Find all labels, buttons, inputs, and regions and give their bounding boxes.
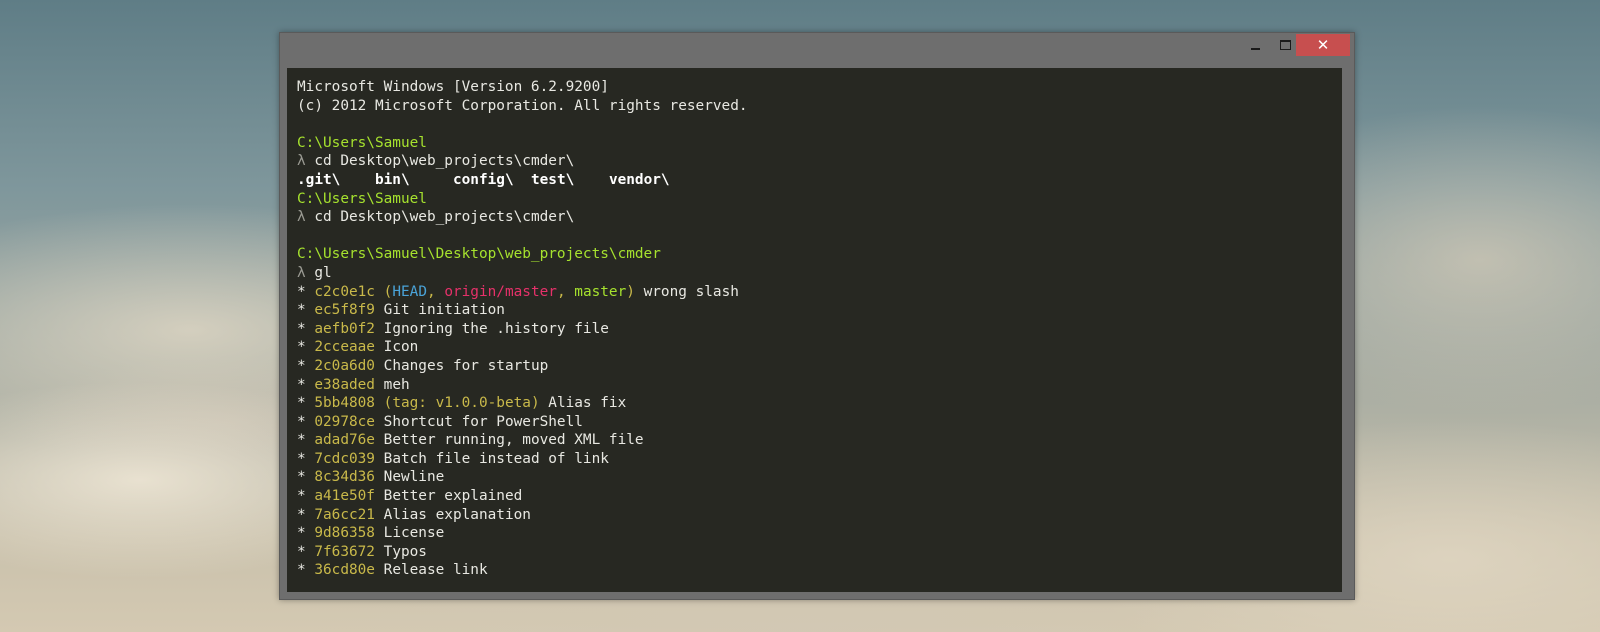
commit-hash: c2c0e1c [314, 283, 375, 300]
commit-message: wrong slash [643, 283, 739, 300]
commit-message: Icon [383, 339, 419, 356]
dir-entry: test\ [530, 171, 575, 188]
ref-origin: origin/master [444, 283, 557, 300]
commit-hash: aefb0f2 [314, 320, 375, 337]
commit-hash: 9d86358 [314, 525, 375, 542]
commit-message: Alias explanation [383, 506, 531, 523]
minimize-icon [1250, 48, 1260, 50]
header-line: Microsoft Windows [Version 6.2.9200] [297, 79, 609, 95]
commit-hash: 2c0a6d0 [314, 357, 375, 374]
commit-message: Better running, moved XML file [383, 432, 644, 449]
commit-hash: e38aded [314, 376, 375, 393]
commit-message: meh [383, 376, 410, 393]
dir-entry: config\ [452, 171, 514, 188]
lambda-prompt: λ [297, 209, 306, 226]
dir-entry: bin\ [374, 171, 410, 188]
dir-entry: .git\ [297, 171, 341, 188]
commit-hash: ec5f8f9 [314, 302, 375, 319]
directory-listing: .git\ bin\ config\ test\ vendor\ [297, 171, 1342, 190]
commit-hash: 2cceaae [314, 339, 375, 356]
commit-message: License [383, 525, 445, 542]
commit-hash: 36cd80e [314, 562, 375, 579]
git-log-line: * e38aded meh [297, 376, 410, 393]
commit-message: Ignoring the .history file [383, 320, 609, 337]
console-window: ✕ Microsoft Windows [Version 6.2.9200] (… [279, 32, 1355, 600]
commit-message: Changes for startup [383, 357, 549, 374]
command-text: gl [314, 264, 332, 281]
ref-paren: ) [626, 283, 635, 300]
git-log-line: * 2c0a6d0 Changes for startup [297, 357, 549, 374]
maximize-button[interactable] [1272, 34, 1298, 56]
commit-message: Git initiation [383, 302, 505, 319]
ref-sep: , [556, 283, 575, 300]
git-log-line: * 7f63672 Typos [297, 543, 427, 560]
git-log-line: * adad76e Better running, moved XML file [297, 432, 644, 449]
commit-message: Shortcut for PowerShell [383, 413, 583, 430]
prompt-path: C:\Users\Samuel\Desktop\web_projects\cmd… [297, 246, 661, 263]
command-text: cd Desktop\web_projects\cmder\ [314, 209, 575, 226]
git-log-line: * aefb0f2 Ignoring the .history file [297, 320, 609, 337]
prompt-path: C:\Users\Samuel [297, 190, 427, 207]
commit-hash: 7f63672 [314, 543, 375, 560]
git-log-line: * 36cd80e Release link [297, 562, 488, 579]
dir-entry: vendor\ [608, 171, 670, 188]
lambda-prompt: λ [297, 153, 306, 170]
git-log-line: * 9d86358 License [297, 525, 445, 542]
ref-sep: , [426, 283, 445, 300]
commit-hash: 02978ce [314, 413, 375, 430]
title-bar[interactable]: ✕ [280, 33, 1354, 67]
ref-master: master [574, 283, 627, 300]
command-line: λ gl [297, 264, 1342, 283]
commit-tag: (tag: v1.0.0-beta) [383, 395, 540, 412]
git-log-line: * 2cceaae Icon [297, 339, 419, 356]
commit-hash: 5bb4808 [314, 395, 375, 412]
lambda-prompt: λ [297, 264, 306, 281]
commit-message: Batch file instead of link [383, 450, 609, 467]
commit-hash: adad76e [314, 432, 375, 449]
git-log-line: * 8c34d36 Newline [297, 469, 445, 486]
header-line: (c) 2012 Microsoft Corporation. All righ… [297, 97, 748, 114]
commit-hash: 7a6cc21 [314, 506, 375, 523]
prompt-path: C:\Users\Samuel [297, 134, 427, 151]
commit-message: Better explained [383, 488, 523, 505]
git-log-line: * a41e50f Better explained [297, 488, 523, 505]
git-log-line: * c2c0e1c (HEAD, origin/master, master) … [297, 283, 739, 300]
close-icon: ✕ [1316, 36, 1330, 54]
command-line: λ cd Desktop\web_projects\cmder\ [297, 152, 1342, 171]
git-log-line: * 7cdc039 Batch file instead of link [297, 450, 609, 467]
command-line: λ cd Desktop\web_projects\cmder\ [297, 208, 1342, 227]
git-log-line: * 7a6cc21 Alias explanation [297, 506, 531, 523]
ref-head: HEAD [392, 283, 427, 300]
commit-message: Release link [383, 562, 488, 579]
maximize-icon [1279, 40, 1291, 50]
close-button[interactable]: ✕ [1296, 34, 1350, 56]
command-text: cd Desktop\web_projects\cmder\ [314, 153, 575, 170]
git-log-line: * ec5f8f9 Git initiation [297, 302, 505, 319]
commit-message: Typos [383, 543, 427, 560]
commit-hash: a41e50f [314, 488, 375, 505]
console-output[interactable]: Microsoft Windows [Version 6.2.9200] (c)… [287, 68, 1342, 592]
git-log-line: * 5bb4808 (tag: v1.0.0-beta) Alias fix [297, 395, 627, 412]
commit-message: Alias fix [548, 395, 627, 412]
commit-hash: 7cdc039 [314, 450, 375, 467]
commit-hash: 8c34d36 [314, 469, 375, 486]
minimize-button[interactable] [1242, 34, 1268, 56]
git-log-line: * 02978ce Shortcut for PowerShell [297, 413, 583, 430]
commit-message: Newline [383, 469, 445, 486]
